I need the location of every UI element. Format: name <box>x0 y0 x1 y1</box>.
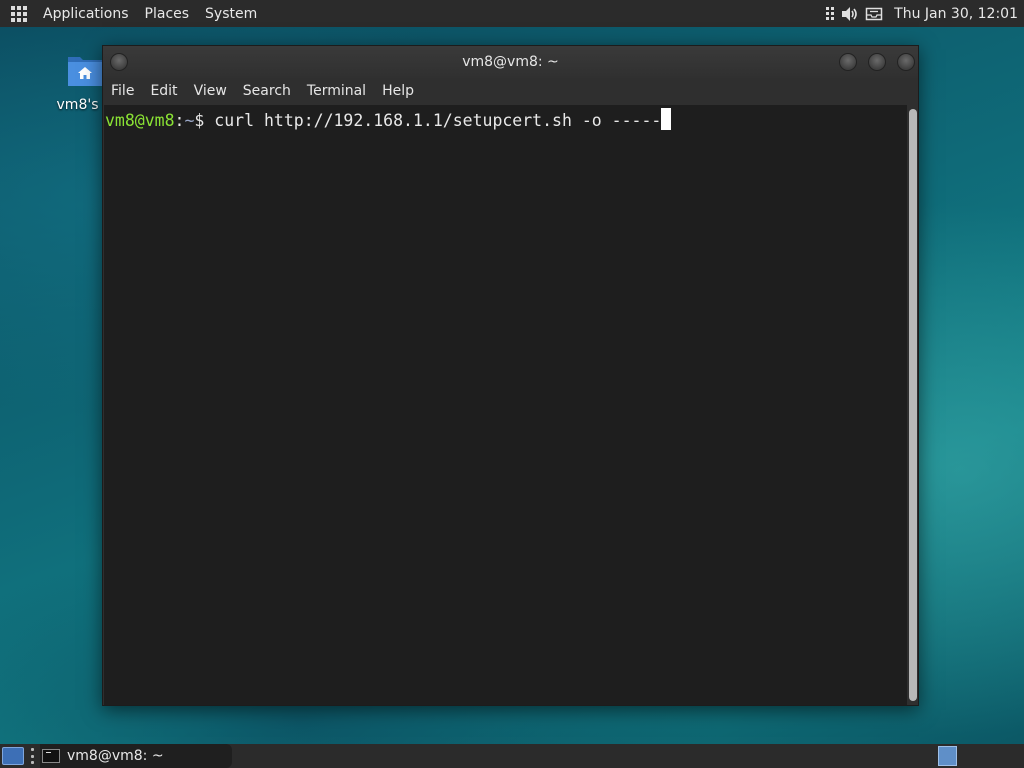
menu-search[interactable]: Search <box>235 83 299 99</box>
notification-icon[interactable] <box>865 6 883 22</box>
bottom-panel: vm8@vm8: ~ <box>0 744 1024 768</box>
places-menu[interactable]: Places <box>137 6 198 22</box>
panel-handle-icon[interactable] <box>30 748 34 764</box>
terminal-area[interactable]: vm8@vm8:~$ curl http://192.168.1.1/setup… <box>104 105 907 705</box>
applications-menu[interactable]: Applications <box>35 6 137 22</box>
prompt-user: vm8@vm8 <box>105 111 175 130</box>
prompt-symbol: $ <box>194 111 215 130</box>
system-tray: Thu Jan 30, 12:01 <box>822 0 1024 27</box>
taskbar-item-label: vm8@vm8: ~ <box>67 748 164 764</box>
applications-grid-icon[interactable] <box>11 5 27 22</box>
command-text: curl http://192.168.1.1/setupcert.sh -o … <box>214 111 662 130</box>
home-folder-icon <box>66 52 104 88</box>
taskbar-item-terminal[interactable]: vm8@vm8: ~ <box>40 744 232 768</box>
system-menu[interactable]: System <box>197 6 265 22</box>
terminal-icon <box>42 749 60 763</box>
prompt-separator: : <box>174 111 185 130</box>
maximize-button[interactable] <box>868 53 886 71</box>
terminal-window: vm8@vm8: ~ File Edit View Search Termina… <box>102 45 919 706</box>
menu-edit[interactable]: Edit <box>142 83 185 99</box>
window-title: vm8@vm8: ~ <box>462 54 559 70</box>
clock[interactable]: Thu Jan 30, 12:01 <box>894 6 1018 22</box>
volume-icon[interactable] <box>841 6 859 22</box>
menu-help[interactable]: Help <box>374 83 422 99</box>
terminal-menubar: File Edit View Search Terminal Help <box>103 78 918 104</box>
menu-file[interactable]: File <box>103 83 142 99</box>
workspace-switcher[interactable] <box>938 746 957 766</box>
minimize-button[interactable] <box>839 53 857 71</box>
show-desktop-icon[interactable] <box>2 747 24 765</box>
close-button[interactable] <box>897 53 915 71</box>
terminal-scrollbar[interactable] <box>908 105 918 705</box>
window-titlebar[interactable]: vm8@vm8: ~ <box>103 46 918 78</box>
top-panel: Applications Places System Thu Jan 30, 1… <box>0 0 1024 27</box>
prompt-path: ~ <box>184 111 195 130</box>
menu-view[interactable]: View <box>186 83 235 99</box>
text-cursor <box>661 108 672 130</box>
network-wired-icon[interactable] <box>825 6 835 22</box>
scrollbar-thumb[interactable] <box>909 109 917 701</box>
menu-terminal[interactable]: Terminal <box>299 83 374 99</box>
window-menu-button[interactable] <box>110 53 128 71</box>
